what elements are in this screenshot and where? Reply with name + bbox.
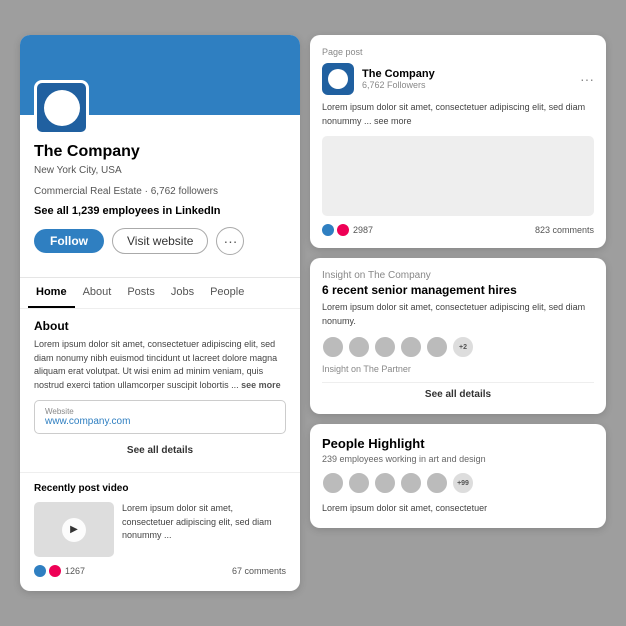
video-section-title: Recently post video — [34, 483, 286, 494]
right-panel: Page post The Company 6,762 Followers ··… — [310, 35, 606, 591]
more-button[interactable]: ··· — [216, 227, 244, 255]
company-meta-line2: Commercial Real Estate · 6,762 followers — [34, 184, 286, 199]
app-container: The Company New York City, USA Commercia… — [20, 35, 606, 591]
post-comments-count: 823 comments — [535, 225, 594, 235]
people-avatar-1 — [322, 472, 344, 494]
company-name: The Company — [34, 143, 286, 161]
video-section: Recently post video ▶ Lorem ipsum dolor … — [20, 472, 300, 591]
about-text: Lorem ipsum dolor sit amet, consectetuer… — [34, 338, 286, 392]
nav-tabs: Home About Posts Jobs People — [20, 277, 300, 308]
left-panel: The Company New York City, USA Commercia… — [20, 35, 300, 591]
people-avatar-row: +99 — [322, 472, 594, 494]
profile-info: The Company New York City, USA Commercia… — [20, 115, 300, 277]
website-url[interactable]: www.company.com — [45, 416, 275, 427]
people-highlight-sub: 239 employees working in art and design — [322, 454, 594, 464]
people-highlight-card: People Highlight 239 employees working i… — [310, 424, 606, 528]
avatar-circle — [44, 90, 80, 126]
people-text: Lorem ipsum dolor sit amet, consectetuer — [322, 502, 594, 516]
insight-label: Insight on The Company — [322, 270, 594, 281]
employees-link[interactable]: See all 1,239 employees in LinkedIn — [34, 205, 286, 217]
people-highlight-title: People Highlight — [322, 436, 594, 451]
people-avatar-2 — [348, 472, 370, 494]
post-image — [322, 136, 594, 216]
see-more-link[interactable]: see more — [241, 380, 281, 390]
tab-home[interactable]: Home — [28, 278, 75, 308]
video-stats: 1267 67 comments — [34, 565, 286, 581]
comments-count: 67 comments — [232, 566, 286, 576]
insight-avatar-more: +2 — [452, 336, 474, 358]
insight-avatar-5 — [426, 336, 448, 358]
visit-website-button[interactable]: Visit website — [112, 228, 208, 254]
profile-header — [20, 35, 300, 115]
post-header: The Company 6,762 Followers ··· — [322, 63, 594, 95]
post-dot-blue — [322, 224, 334, 236]
people-avatar-5 — [426, 472, 448, 494]
dot-blue — [34, 565, 46, 577]
post-avatar-circle — [328, 69, 348, 89]
about-section: About Lorem ipsum dolor sit amet, consec… — [20, 308, 300, 472]
people-avatar-3 — [374, 472, 396, 494]
reaction-dots — [34, 565, 61, 577]
tab-jobs[interactable]: Jobs — [163, 278, 202, 308]
insight-heading: 6 recent senior management hires — [322, 283, 594, 297]
video-text: Lorem ipsum dolor sit amet, consectetuer… — [122, 502, 286, 557]
website-label: Website — [45, 407, 275, 416]
insight-avatar-4 — [400, 336, 422, 358]
post-dot-red — [337, 224, 349, 236]
follow-button[interactable]: Follow — [34, 229, 104, 253]
see-all-details-right[interactable]: See all details — [322, 382, 594, 402]
post-reaction-count: 2987 — [353, 225, 373, 235]
company-avatar — [34, 80, 89, 135]
post-reaction-dots — [322, 224, 349, 236]
insight-avatar-1 — [322, 336, 344, 358]
post-avatar — [322, 63, 354, 95]
post-followers: 6,762 Followers — [362, 80, 435, 90]
reaction-count: 1267 — [65, 566, 85, 576]
website-box: Website www.company.com — [34, 400, 286, 434]
people-avatar-4 — [400, 472, 422, 494]
tab-about[interactable]: About — [75, 278, 120, 308]
video-content: ▶ Lorem ipsum dolor sit amet, consectetu… — [34, 502, 286, 557]
play-button[interactable]: ▶ — [62, 518, 86, 542]
see-all-details-left[interactable]: See all details — [34, 439, 286, 462]
page-post-label: Page post — [322, 47, 594, 57]
insight-avatar-2 — [348, 336, 370, 358]
insight-card: Insight on The Company 6 recent senior m… — [310, 258, 606, 414]
action-buttons: Follow Visit website ··· — [34, 227, 286, 255]
post-stats: 2987 823 comments — [322, 224, 594, 236]
dot-red — [49, 565, 61, 577]
post-text: Lorem ipsum dolor sit amet, consectetuer… — [322, 101, 594, 128]
post-more-button[interactable]: ··· — [580, 71, 594, 87]
tab-posts[interactable]: Posts — [119, 278, 163, 308]
partner-label: Insight on The Partner — [322, 364, 594, 374]
company-meta-line1: New York City, USA — [34, 163, 286, 178]
post-company-info: The Company 6,762 Followers — [362, 68, 435, 90]
video-thumbnail[interactable]: ▶ — [34, 502, 114, 557]
page-post-card: Page post The Company 6,762 Followers ··… — [310, 35, 606, 248]
post-company-name: The Company — [362, 68, 435, 80]
about-title: About — [34, 319, 286, 333]
people-avatar-more: +99 — [452, 472, 474, 494]
insight-text: Lorem ipsum dolor sit amet, consectetuer… — [322, 301, 594, 328]
insight-avatar-3 — [374, 336, 396, 358]
tab-people[interactable]: People — [202, 278, 252, 308]
insight-avatar-row: +2 — [322, 336, 594, 358]
